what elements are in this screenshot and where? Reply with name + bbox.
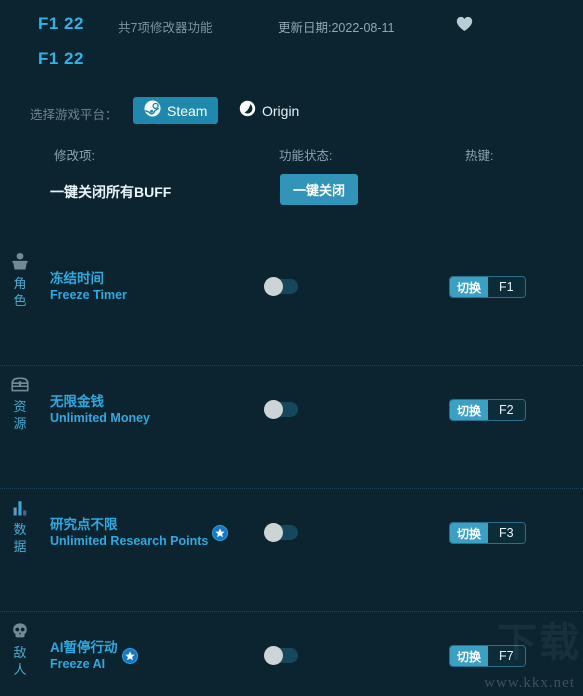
cheat-list: 角色 冻结时间 Freeze Timer 切换 F1 资源 无限金钱 Unlim…: [0, 243, 583, 696]
feature-count-label: 共7项修改器功能: [118, 21, 213, 35]
cheat-name-zh: AI暂停行动: [50, 640, 118, 655]
platform-option-steam[interactable]: Steam: [133, 97, 219, 124]
cheat-name-zh: 无限金钱: [50, 394, 104, 409]
cheat-row: 敌人 AI暂停行动 Freeze AI 切换 F7: [0, 612, 583, 696]
cheat-toggle[interactable]: [264, 277, 298, 296]
app-header: F1 22 共7项修改器功能 更新日期:2022-08-11 F1 22: [0, 0, 583, 88]
close-all-buffs-row: 一键关闭所有BUFF 一键关闭: [0, 174, 583, 218]
cheat-name-en: Freeze Timer: [50, 288, 127, 302]
page-title-secondary: F1 22: [38, 49, 84, 68]
cheat-toggle[interactable]: [264, 646, 298, 665]
cheat-toggle[interactable]: [264, 523, 298, 542]
category-label: 角色: [13, 276, 27, 308]
category-label: 敌人: [13, 645, 27, 677]
column-header-status: 功能状态:: [279, 149, 333, 163]
cheat-name-en: Unlimited Money: [50, 411, 151, 425]
cheat-name-block: 研究点不限 Unlimited Research Points: [50, 516, 229, 550]
category-gutter: 角色: [0, 243, 40, 366]
hotkey-button[interactable]: 切换 F1: [449, 276, 526, 298]
premium-star-icon: [121, 648, 138, 664]
category-gutter: 敌人: [0, 612, 40, 696]
cheat-row: 角色 冻结时间 Freeze Timer 切换 F1: [0, 243, 583, 366]
toggle-knob: [264, 523, 283, 542]
column-headers: 修改项: 功能状态: 热键:: [0, 145, 583, 165]
column-header-hotkey: 热键:: [465, 149, 494, 163]
category-label: 数据: [13, 522, 27, 554]
hotkey-key-label: F3: [488, 523, 525, 543]
skull-icon: [9, 620, 31, 642]
hotkey-action-label: 切换: [450, 400, 489, 420]
page-title: F1 22: [38, 14, 84, 33]
hotkey-button[interactable]: 切换 F3: [449, 522, 526, 544]
hotkey-button[interactable]: 切换 F7: [449, 645, 526, 667]
cheat-name-block: AI暂停行动 Freeze AI: [50, 639, 138, 673]
hotkey-key-label: F7: [488, 646, 525, 666]
premium-star-icon: [212, 525, 229, 541]
hotkey-action-label: 切换: [450, 523, 489, 543]
chest-icon: [9, 374, 31, 396]
platform-option-label: Steam: [167, 102, 208, 119]
platform-selector: 选择游戏平台： Steam Origin: [0, 97, 583, 129]
cheat-name-en: Unlimited Research Points: [50, 534, 209, 548]
toggle-knob: [264, 646, 283, 665]
cheat-name-block: 冻结时间 Freeze Timer: [50, 270, 127, 304]
chart-icon: [9, 497, 31, 519]
character-icon: [9, 251, 31, 273]
toggle-knob: [264, 277, 283, 296]
close-all-button[interactable]: 一键关闭: [280, 174, 358, 205]
category-gutter: 资源: [0, 366, 40, 489]
category-gutter: 数据: [0, 489, 40, 612]
column-header-modification: 修改项:: [54, 149, 95, 163]
close-all-label: 一键关闭所有BUFF: [50, 184, 172, 200]
toggle-knob: [264, 400, 283, 419]
platform-option-origin[interactable]: Origin: [228, 97, 310, 124]
cheat-row: 数据 研究点不限 Unlimited Research Points 切换 F3: [0, 489, 583, 612]
cheat-name-zh: 研究点不限: [50, 517, 118, 532]
update-date-label: 更新日期:2022-08-11: [278, 21, 395, 35]
cheat-toggle[interactable]: [264, 400, 298, 419]
hotkey-action-label: 切换: [450, 646, 489, 666]
heart-icon[interactable]: [454, 14, 474, 34]
cheat-name-en: Freeze AI: [50, 657, 106, 671]
cheat-name-zh: 冻结时间: [50, 271, 104, 286]
hotkey-key-label: F2: [488, 400, 525, 420]
cheat-name-block: 无限金钱 Unlimited Money: [50, 393, 150, 427]
cheat-row: 资源 无限金钱 Unlimited Money 切换 F2: [0, 366, 583, 489]
origin-icon: [239, 100, 256, 122]
platform-option-label: Origin: [262, 102, 300, 119]
category-label: 资源: [13, 399, 27, 431]
platform-label: 选择游戏平台：: [30, 108, 118, 122]
hotkey-key-label: F1: [488, 277, 525, 297]
hotkey-action-label: 切换: [450, 277, 489, 297]
hotkey-button[interactable]: 切换 F2: [449, 399, 526, 421]
header-top-row: F1 22 共7项修改器功能 更新日期:2022-08-11: [0, 14, 583, 40]
steam-icon: [144, 100, 161, 122]
